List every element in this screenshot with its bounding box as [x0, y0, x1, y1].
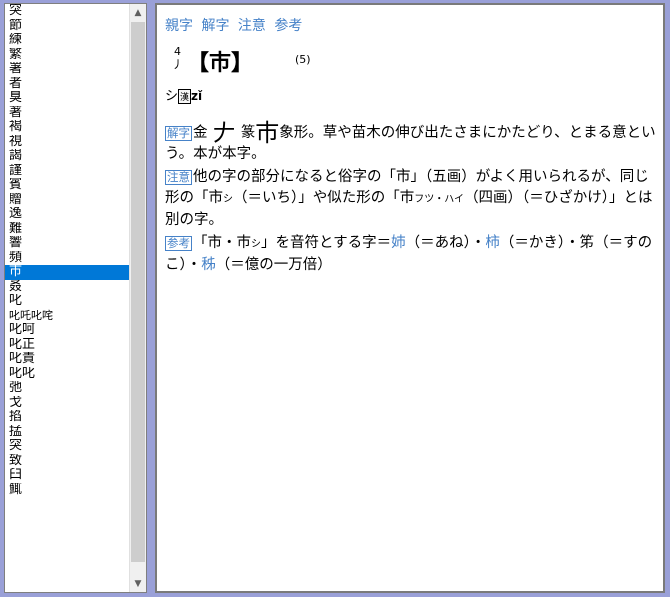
kaiji-label: 解字 — [165, 126, 192, 141]
reading-kind-badge: 漢 — [178, 89, 192, 104]
nav-sanko[interactable]: 参考 — [274, 18, 302, 34]
list-item[interactable]: 謁 — [5, 149, 129, 164]
link-ane[interactable]: 姉 — [391, 235, 406, 251]
list-item[interactable]: 叱正 — [5, 338, 129, 353]
sanko-text3: （＝あね）・ — [405, 235, 486, 251]
chui-text2: （＝いち）」や似た形の「巿 — [233, 190, 415, 206]
list-item[interactable]: 練 — [5, 33, 129, 48]
seal-script-glyph: 巿 — [255, 119, 280, 147]
list-item[interactable]: 贈 — [5, 193, 129, 208]
list-item[interactable]: 叱吒叱咤 — [5, 309, 129, 324]
reading-kana: シ — [165, 89, 179, 104]
list-item[interactable]: 難 — [5, 222, 129, 237]
reading: シ漢 zǐ — [165, 85, 202, 104]
list-item[interactable]: 掐 — [5, 410, 129, 425]
list-item[interactable]: 戈 — [5, 396, 129, 411]
bronze-script-glyph: 𠂇 — [212, 119, 237, 147]
kaiji-text2: 篆 — [240, 125, 256, 141]
sanko-text2: 」を音符とする字＝ — [261, 235, 392, 251]
radical-stack: 4 丿 — [172, 45, 183, 71]
list-item[interactable]: 臭 — [5, 91, 129, 106]
headword: 4 丿 【巿】 (5) — [165, 43, 465, 83]
scroll-down-button[interactable]: ▼ — [130, 575, 146, 592]
chui-section: 注意 他の字の部分になると俗字の「市」（五画）がよく用いられるが、同じ形の「市シ（… — [165, 167, 659, 231]
entry-list[interactable]: 突節練繁署者臭著褐視謁謹賓贈逸難響頻巿叒叱叱吒叱咤 叱呵 叱正 叱責 叱叱弛戈掐掹突致臼… — [4, 3, 147, 593]
sanko-note1: シ — [251, 239, 261, 250]
link-kaki[interactable]: 柿 — [485, 235, 500, 251]
sanko-section: 参考 「市・巿シ」を音符とする字＝姉（＝あね）・柿（＝かき）・笫（＝すのこ）・秭（… — [165, 233, 659, 276]
list-item[interactable]: 致 — [5, 454, 129, 469]
sanko-text5: （＝億の一万倍） — [215, 257, 332, 273]
sanko-label: 参考 — [165, 236, 192, 251]
list-item[interactable]: 署 — [5, 62, 129, 77]
list-item[interactable]: 鮿 — [5, 483, 129, 498]
kaiji-text1: 金 — [193, 125, 208, 141]
nav-oyaji[interactable]: 親字 — [165, 18, 193, 34]
list-item[interactable]: 逸 — [5, 207, 129, 222]
kaiji-text3: 象形。草や苗木の伸び出たさまにかたどり、とまる意という。本が本字。 — [165, 125, 656, 162]
chui-note2: フツ・ハイ — [414, 194, 465, 205]
nav-chui[interactable]: 注意 — [238, 18, 266, 34]
list-item[interactable]: 叱責 — [5, 352, 129, 367]
entry-body: 解字金 𠂇 篆巿象形。草や苗木の伸び出たさまにかたどり、とまる意という。本が本字… — [165, 121, 659, 278]
list-item[interactable]: 視 — [5, 135, 129, 150]
scroll-thumb[interactable] — [131, 22, 145, 562]
list-item[interactable]: 節 — [5, 19, 129, 34]
entry-list-items: 突節練繁署者臭著褐視謁謹賓贈逸難響頻巿叒叱叱吒叱咤 叱呵 叱正 叱責 叱叱弛戈掐掹突致臼… — [5, 4, 129, 497]
list-item[interactable]: 謹 — [5, 164, 129, 179]
right-pane: 親字 解字 注意 参考 4 丿 【巿】 (5) シ漢 zǐ 解字金 𠂇 篆巿象形。… — [150, 0, 670, 597]
list-item[interactable]: 突 — [5, 439, 129, 454]
kaiji-section: 解字金 𠂇 篆巿象形。草や苗木の伸び出たさまにかたどり、とまる意という。本が本字… — [165, 121, 659, 165]
list-item[interactable]: 著 — [5, 106, 129, 121]
chui-label: 注意 — [165, 170, 192, 185]
list-item[interactable]: 叱呵 — [5, 323, 129, 338]
list-item[interactable]: 弛 — [5, 381, 129, 396]
list-item[interactable]: 臼 — [5, 468, 129, 483]
list-item[interactable]: 叱 — [5, 294, 129, 309]
chui-note1: シ — [223, 194, 233, 205]
list-item[interactable]: 叱叱 — [5, 367, 129, 382]
nav-kaiji[interactable]: 解字 — [201, 18, 229, 34]
section-nav: 親字 解字 注意 参考 — [165, 15, 306, 35]
headword-kanji: 【巿】 — [187, 51, 254, 76]
list-item[interactable]: 響 — [5, 236, 129, 251]
left-pane: 突節練繁署者臭著褐視謁謹賓贈逸難響頻巿叒叱叱吒叱咤 叱呵 叱正 叱責 叱叱弛戈掐掹突致臼… — [0, 0, 150, 597]
entry-content: 親字 解字 注意 参考 4 丿 【巿】 (5) シ漢 zǐ 解字金 𠂇 篆巿象形。… — [155, 3, 665, 593]
list-item[interactable]: 掹 — [5, 425, 129, 440]
scroll-up-button[interactable]: ▲ — [130, 4, 146, 21]
list-item[interactable]: 者 — [5, 77, 129, 92]
list-item[interactable]: 巿 — [5, 265, 129, 280]
radical-char: 丿 — [172, 58, 183, 71]
sanko-text1: 「市・巿 — [193, 235, 251, 251]
radical-number: 4 — [174, 45, 181, 58]
list-item[interactable]: 褐 — [5, 120, 129, 135]
list-item[interactable]: 繁 — [5, 48, 129, 63]
list-item[interactable]: 叒 — [5, 280, 129, 295]
stroke-count: (5) — [295, 53, 311, 66]
list-item[interactable]: 突 — [5, 4, 129, 19]
reading-pinyin: zǐ — [191, 89, 203, 103]
link-shi[interactable]: 秭 — [201, 257, 216, 273]
list-item[interactable]: 頻 — [5, 251, 129, 266]
list-scrollbar[interactable]: ▲ ▼ — [129, 4, 146, 592]
list-item[interactable]: 賓 — [5, 178, 129, 193]
